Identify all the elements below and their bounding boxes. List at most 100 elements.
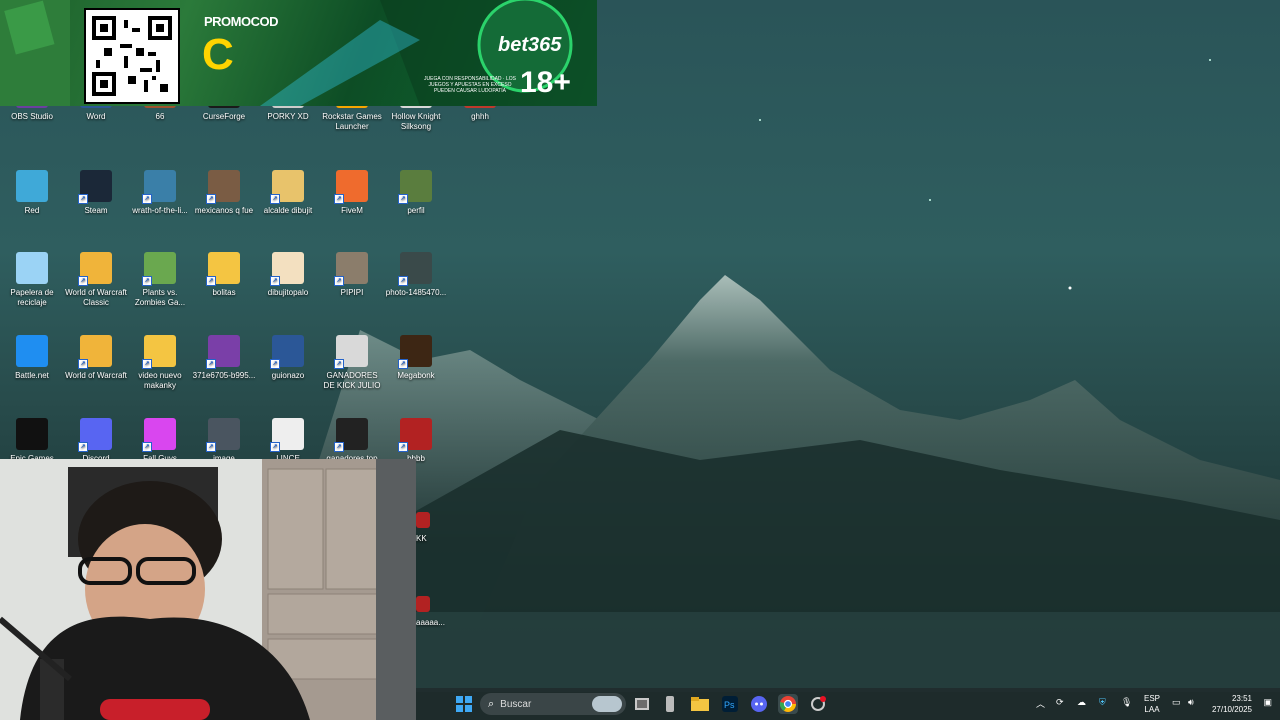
- discord-icon: [751, 696, 767, 712]
- desktop-icon-label: dibujitopalo: [267, 288, 309, 297]
- desktop-icon[interactable]: ↗ photo-1485470...: [384, 252, 448, 298]
- desktop-icon[interactable]: ↗ bolitas: [192, 252, 256, 298]
- clock-date: 27/10/2025: [1211, 705, 1252, 714]
- desktop-icon[interactable]: ↗ alcalde dibujit: [256, 170, 320, 216]
- desktop-icon[interactable]: ↗ PIPIPI: [320, 252, 384, 298]
- taskbar-discord[interactable]: [749, 694, 769, 714]
- taskbar-file-explorer[interactable]: [690, 694, 710, 714]
- desktop-icon[interactable]: ↗bbbb: [384, 418, 448, 464]
- desktop-icon-label: 66: [155, 112, 165, 121]
- age-badge: 18+: [520, 66, 571, 99]
- app-icon: ↗: [142, 170, 176, 204]
- shortcut-arrow-icon: ↗: [142, 276, 152, 286]
- app-icon: ↗: [270, 335, 304, 369]
- app-icon: ↗: [206, 252, 240, 286]
- taskbar-app-extra[interactable]: [808, 694, 828, 714]
- taskbar-search[interactable]: ⌕ Buscar: [480, 693, 626, 715]
- shortcut-arrow-icon: ↗: [78, 276, 88, 286]
- desktop-icon[interactable]: ↗ dibujitopalo: [256, 252, 320, 298]
- desktop-icon[interactable]: Papelera de reciclaje: [0, 252, 64, 308]
- desktop-icon-label: CurseForge: [202, 112, 246, 121]
- tray-mic-icon[interactable]: 🎙︎: [1121, 697, 1132, 708]
- desktop-icon-label: Red: [24, 206, 40, 215]
- desktop-icon-label: Rockstar Games Launcher: [322, 112, 382, 131]
- desktop-icon[interactable]: ↗LINCE: [256, 418, 320, 464]
- shortcut-arrow-icon: ↗: [270, 359, 280, 369]
- app-icon: ↗: [398, 335, 432, 369]
- tray-chevron-icon[interactable]: ︿: [1036, 697, 1045, 710]
- desktop-icon[interactable]: Battle.net: [0, 335, 64, 381]
- app-icon: ↗: [334, 335, 368, 369]
- desktop-icon[interactable]: ↗ World of Warcraft Classic: [64, 252, 128, 308]
- desktop-icon[interactable]: ↗ FiveM: [320, 170, 384, 216]
- desktop-icon-label: Steam: [84, 206, 108, 215]
- desktop-icon[interactable]: ↗ganadores top: [320, 418, 384, 464]
- taskbar-app-pinned[interactable]: [660, 694, 680, 714]
- shortcut-arrow-icon: ↗: [334, 359, 344, 369]
- app-icon: [16, 335, 48, 367]
- desktop-icon[interactable]: Epic Games: [0, 418, 64, 464]
- desktop-icon[interactable]: ↗ video nuevo makanky: [128, 335, 192, 391]
- shortcut-arrow-icon: ↗: [142, 194, 152, 204]
- desktop-icon-label: Word: [86, 112, 106, 121]
- desktop-icon[interactable]: KK: [416, 512, 446, 544]
- promo-banner: PROMOCOD C bet365 JUEGA CON RESPONSABILI…: [0, 0, 597, 106]
- desktop-icon[interactable]: Red: [0, 170, 64, 216]
- taskbar-clock[interactable]: 23:51 27/10/2025: [1212, 693, 1252, 715]
- taskbar: ⌕ Buscar Ps ︿ ⟳ ☁ ⛨ 🎙︎ ESP LAA ▭ 🔊︎ 23:5…: [416, 688, 1280, 720]
- desktop-icon[interactable]: ↗ 371e6705-b995...: [192, 335, 256, 381]
- shortcut-arrow-icon: ↗: [270, 276, 280, 286]
- desktop-icon-label: World of Warcraft Classic: [65, 288, 127, 307]
- desktop-icon[interactable]: ↗Fall Guys: [128, 418, 192, 464]
- desktop-icon-label: aaaaa...: [416, 618, 445, 627]
- desktop-icon[interactable]: ↗ guionazo: [256, 335, 320, 381]
- desktop-icon[interactable]: aaaaa...: [416, 596, 446, 628]
- shortcut-arrow-icon: ↗: [142, 442, 152, 452]
- app-icon: ↗: [78, 418, 112, 452]
- desktop-icon-label: mexicanos q fue: [194, 206, 254, 215]
- shortcut-arrow-icon: ↗: [78, 359, 88, 369]
- svg-text:Ps: Ps: [724, 700, 735, 710]
- desktop-icon[interactable]: ↗ mexicanos q fue: [192, 170, 256, 216]
- tray-sync-icon[interactable]: ⟳: [1056, 697, 1064, 708]
- task-view-button[interactable]: [632, 694, 652, 714]
- app-icon: [416, 512, 430, 528]
- tray-notifications-icon[interactable]: ▣: [1263, 697, 1272, 708]
- shortcut-arrow-icon: ↗: [398, 194, 408, 204]
- app-icon: [16, 418, 48, 450]
- desktop-icon[interactable]: ↗ World of Warcraft: [64, 335, 128, 381]
- shortcut-arrow-icon: ↗: [206, 194, 216, 204]
- desktop-icon[interactable]: ↗ wrath-of-the-li...: [128, 170, 192, 216]
- desktop-icon-label: alcalde dibujit: [263, 206, 313, 215]
- tray-cloud-icon[interactable]: ☁: [1077, 697, 1086, 708]
- desktop-icon[interactable]: ↗ Plants vs. Zombies Ga...: [128, 252, 192, 308]
- app-icon: ↗: [334, 170, 368, 204]
- search-placeholder: Buscar: [500, 698, 532, 710]
- app-badge-icon: [811, 696, 826, 711]
- desktop-icon-label: guionazo: [271, 371, 305, 380]
- desktop-icon[interactable]: ↗ GANADORES DE KICK JULIO: [320, 335, 384, 391]
- desktop-icon[interactable]: ↗image: [192, 418, 256, 464]
- desktop-icon[interactable]: ↗ Steam: [64, 170, 128, 216]
- desktop-icon[interactable]: ↗ perfil: [384, 170, 448, 216]
- tray-shield-icon[interactable]: ⛨: [1099, 697, 1106, 708]
- app-icon: ↗: [334, 252, 368, 286]
- shortcut-arrow-icon: ↗: [334, 276, 344, 286]
- desktop-icon[interactable]: ↗ Megabonk: [384, 335, 448, 381]
- shortcut-arrow-icon: ↗: [206, 276, 216, 286]
- star: [759, 119, 761, 121]
- tray-volume-icon[interactable]: 🔊︎: [1188, 697, 1194, 708]
- language-indicator[interactable]: ESP LAA: [1144, 693, 1160, 715]
- desktop-icon[interactable]: ↗Discord: [64, 418, 128, 464]
- app-icon: ↗: [142, 418, 176, 452]
- desktop-icon-label: Plants vs. Zombies Ga...: [134, 288, 186, 307]
- start-button[interactable]: [454, 694, 474, 714]
- tray-network-icon[interactable]: ▭: [1172, 697, 1181, 708]
- taskbar-photoshop[interactable]: Ps: [720, 694, 740, 714]
- shortcut-arrow-icon: ↗: [206, 359, 216, 369]
- search-icon: ⌕: [488, 697, 495, 710]
- windows-icon: [456, 696, 472, 712]
- search-highlight-icon: [592, 696, 622, 712]
- taskbar-chrome[interactable]: [778, 694, 798, 714]
- app-icon: ↗: [270, 418, 304, 452]
